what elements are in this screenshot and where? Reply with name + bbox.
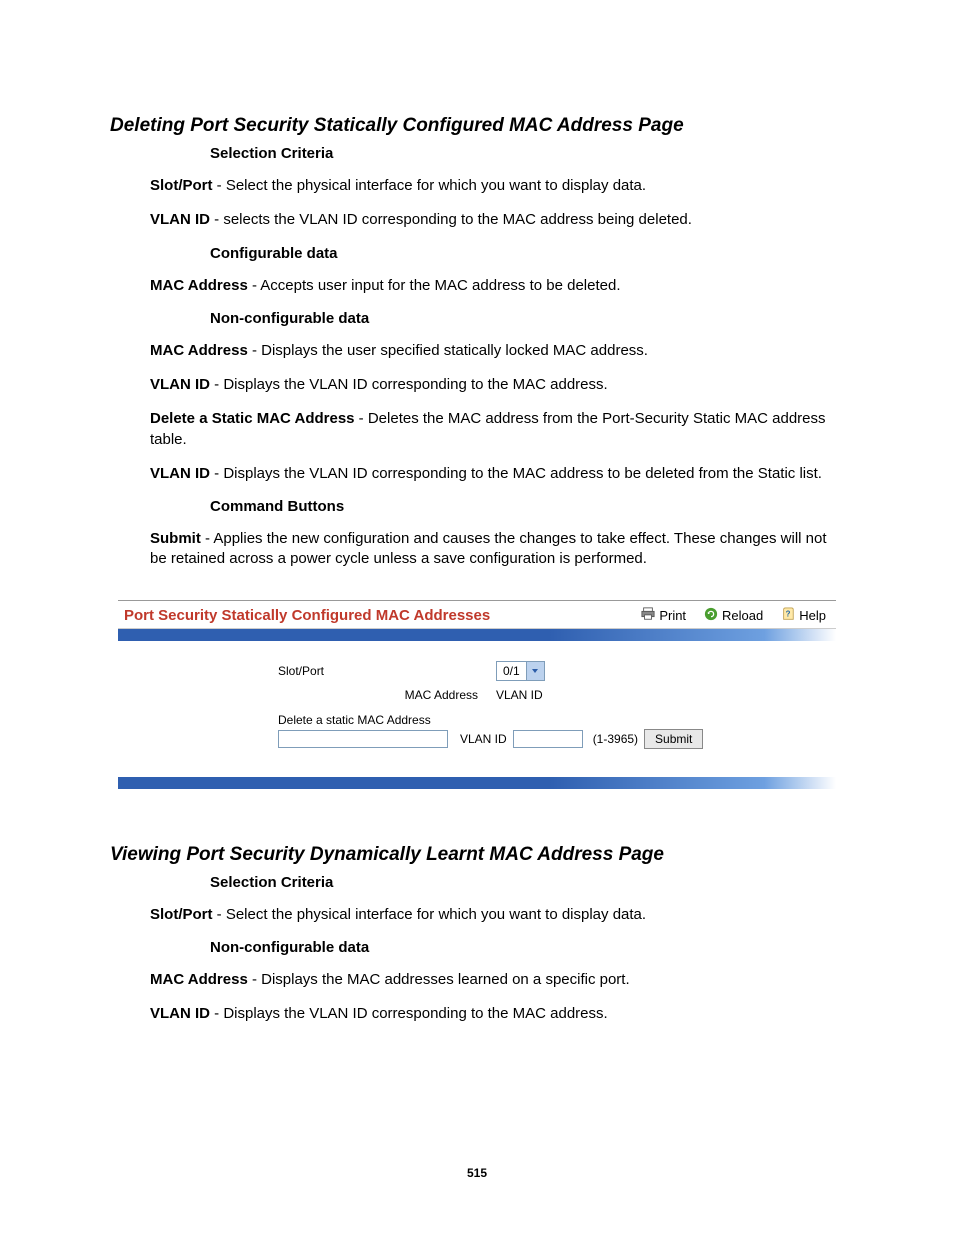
help-button[interactable]: ? Help: [781, 607, 826, 624]
text-vlan-id-sel: - selects the VLAN ID corresponding to t…: [210, 211, 692, 228]
text-slot-port-2: - Select the physical interface for whic…: [213, 906, 647, 923]
subheading-selection-criteria: Selection Criteria: [210, 145, 844, 162]
para-slot-port-2: Slot/Port - Select the physical interfac…: [150, 905, 844, 925]
panel-toolbar: Print Reload ? Help: [641, 607, 826, 624]
vlan-id-range: (1-3965): [593, 732, 638, 746]
config-panel: Port Security Statically Configured MAC …: [118, 600, 836, 789]
row-mac-vlan: MAC Address VLAN ID: [278, 685, 826, 705]
text-vlan-2: - Displays the VLAN ID corresponding to …: [210, 1005, 608, 1022]
para-vlan-del: VLAN ID - Displays the VLAN ID correspon…: [150, 464, 844, 484]
panel-header: Port Security Statically Configured MAC …: [118, 601, 836, 629]
panel-bottom-bar: [118, 777, 836, 789]
row-delete-input: VLAN ID (1-3965) Submit: [278, 729, 826, 749]
submit-button[interactable]: Submit: [644, 729, 703, 749]
para-mac-nc: MAC Address - Displays the user specifie…: [150, 341, 844, 361]
page-number: 515: [0, 1166, 954, 1180]
text-mac-2: - Displays the MAC addresses learned on …: [248, 971, 630, 988]
text-submit: - Applies the new configuration and caus…: [150, 530, 827, 567]
vlan-id-label-1: VLAN ID: [496, 688, 543, 702]
vlan-id-input[interactable]: [513, 730, 583, 748]
svg-text:?: ?: [786, 609, 791, 618]
print-button[interactable]: Print: [641, 607, 686, 624]
subheading-command-buttons: Command Buttons: [210, 498, 844, 515]
text-vlan-del: - Displays the VLAN ID corresponding to …: [210, 465, 822, 482]
subheading-nonconfig-data: Non-configurable data: [210, 310, 844, 327]
section1-heading: Deleting Port Security Statically Config…: [110, 115, 844, 137]
label-mac-2: MAC Address: [150, 971, 248, 988]
label-mac-cfg: MAC Address: [150, 277, 248, 294]
para-mac-2: MAC Address - Displays the MAC addresses…: [150, 970, 844, 990]
vlan-id-label-2: VLAN ID: [460, 732, 507, 746]
label-vlan-id-sel: VLAN ID: [150, 211, 210, 228]
mac-address-label: MAC Address: [278, 688, 496, 702]
label-vlan-del: VLAN ID: [150, 465, 210, 482]
help-label: Help: [799, 608, 826, 623]
para-vlan-2: VLAN ID - Displays the VLAN ID correspon…: [150, 1004, 844, 1024]
subheading-selection-criteria-2: Selection Criteria: [210, 874, 844, 891]
para-delete-static: Delete a Static MAC Address - Deletes th…: [150, 409, 844, 450]
subheading-configurable-data: Configurable data: [210, 245, 844, 262]
row-slot-port: Slot/Port 0/1: [278, 661, 826, 681]
label-submit: Submit: [150, 530, 201, 547]
panel-body: Slot/Port 0/1 MAC Address VLAN ID Delete…: [118, 641, 836, 777]
mac-address-input[interactable]: [278, 730, 448, 748]
delete-static-label: Delete a static MAC Address: [278, 713, 826, 727]
label-slot-port-2: Slot/Port: [150, 906, 213, 923]
slot-port-value: 0/1: [497, 664, 526, 678]
print-label: Print: [659, 608, 686, 623]
para-slot-port: Slot/Port - Select the physical interfac…: [150, 176, 844, 196]
text-slot-port: - Select the physical interface for whic…: [213, 177, 647, 194]
section2-heading: Viewing Port Security Dynamically Learnt…: [110, 844, 844, 866]
text-mac-nc: - Displays the user specified statically…: [248, 342, 648, 359]
slot-port-select[interactable]: 0/1: [496, 661, 545, 681]
slot-port-label: Slot/Port: [278, 664, 496, 678]
label-vlan-2: VLAN ID: [150, 1005, 210, 1022]
label-delete-static: Delete a Static MAC Address: [150, 410, 355, 427]
para-submit: Submit - Applies the new configuration a…: [150, 529, 844, 570]
reload-label: Reload: [722, 608, 763, 623]
panel-title: Port Security Statically Configured MAC …: [124, 607, 641, 624]
reload-button[interactable]: Reload: [704, 607, 763, 624]
chevron-down-icon: [526, 662, 544, 680]
help-icon: ?: [781, 607, 795, 624]
printer-icon: [641, 607, 655, 624]
para-vlan-id-sel: VLAN ID - selects the VLAN ID correspond…: [150, 210, 844, 230]
para-vlan-nc: VLAN ID - Displays the VLAN ID correspon…: [150, 375, 844, 395]
subheading-nonconfig-2: Non-configurable data: [210, 939, 844, 956]
label-mac-nc: MAC Address: [150, 342, 248, 359]
text-vlan-nc: - Displays the VLAN ID corresponding to …: [210, 376, 608, 393]
label-slot-port: Slot/Port: [150, 177, 213, 194]
para-mac-cfg: MAC Address - Accepts user input for the…: [150, 276, 844, 296]
panel-top-bar: [118, 629, 836, 641]
text-mac-cfg: - Accepts user input for the MAC address…: [248, 277, 621, 294]
reload-icon: [704, 607, 718, 624]
label-vlan-nc: VLAN ID: [150, 376, 210, 393]
